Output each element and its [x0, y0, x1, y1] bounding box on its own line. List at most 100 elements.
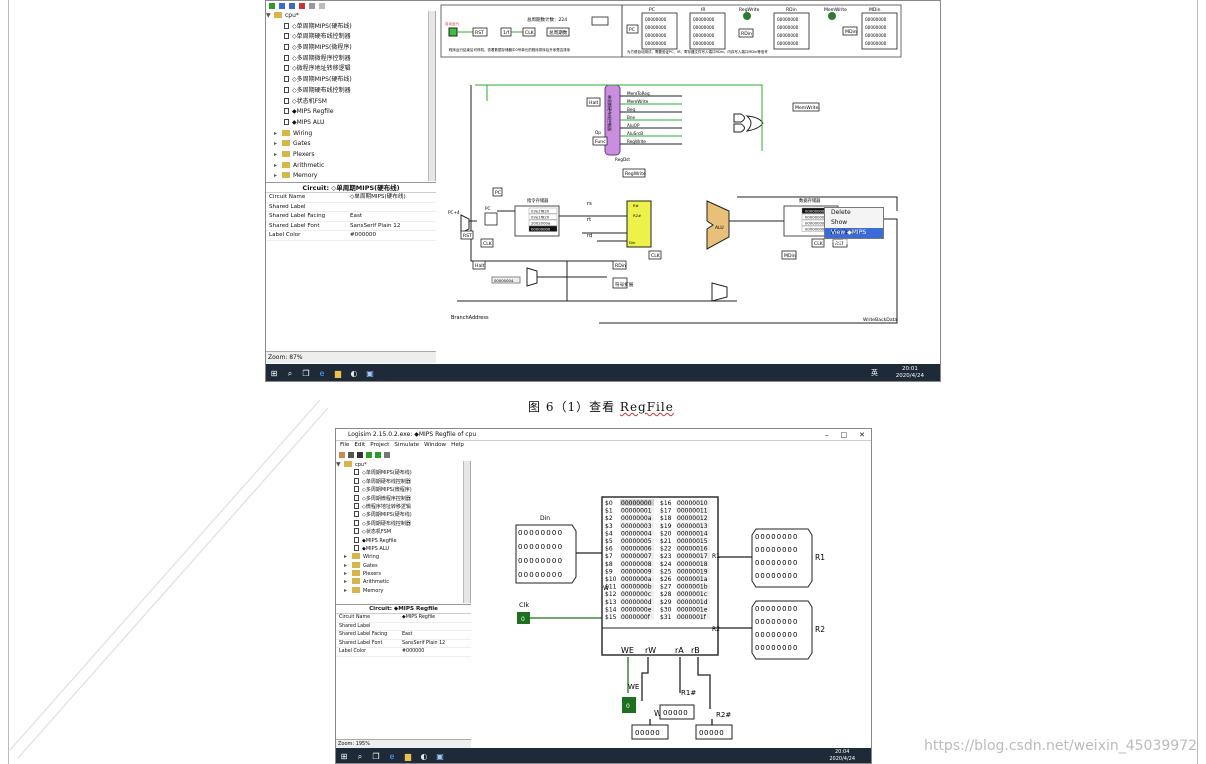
expand-icon[interactable]: ▸ [274, 139, 282, 150]
minimize-icon[interactable]: – [825, 429, 829, 441]
tree-circuit-1[interactable]: ◇单周期硬布线控制器 [336, 477, 470, 486]
expand-icon[interactable]: ▸ [274, 129, 282, 140]
tree-circuit-9[interactable]: ◆MIPS ALU [266, 118, 435, 129]
move-up-icon[interactable] [279, 3, 285, 9]
system-clock[interactable]: 20:01 2020/4/24 [896, 366, 924, 380]
tree-circuit-2[interactable]: ◇多周期MIPS(微程序) [266, 43, 435, 54]
context-menu-item-0[interactable]: Delete [825, 208, 883, 218]
output-pin-icon[interactable] [375, 451, 381, 458]
move-down-icon[interactable] [289, 3, 295, 9]
tree-root[interactable]: ▼ cpu* [336, 461, 470, 469]
attribute-value[interactable]: #000000 [402, 648, 471, 656]
menu-file[interactable]: File [340, 441, 349, 450]
edge-icon[interactable]: e [384, 748, 400, 763]
menu-window[interactable]: Window [424, 441, 446, 450]
expand-icon[interactable]: ▸ [344, 570, 352, 578]
layout-icon[interactable] [309, 3, 315, 9]
search-icon[interactable]: ⌕ [352, 748, 368, 763]
attribute-value[interactable]: SansSerif Plain 12 [402, 640, 471, 648]
attribute-row[interactable]: Shared Label Facing East [336, 631, 471, 640]
maximize-icon[interactable]: □ [841, 429, 848, 441]
ime-indicator[interactable]: 英 [871, 368, 878, 378]
attribute-value[interactable]: ◇单周期MIPS(硬布线) [350, 193, 436, 202]
menu-help[interactable]: Help [451, 441, 464, 450]
gate-icon[interactable] [384, 451, 390, 458]
context-menu-item-1[interactable]: Show Attributes [825, 218, 883, 236]
attribute-value[interactable]: East [350, 212, 436, 221]
delete-icon[interactable] [299, 3, 305, 9]
tree-library-memory[interactable]: ▸ Memory [336, 586, 470, 595]
menu-edit[interactable]: Edit [354, 441, 365, 450]
logisim-app-icon[interactable]: ◐ [346, 364, 362, 381]
attribute-row[interactable]: Shared Label [336, 623, 471, 632]
alu[interactable] [706, 200, 730, 250]
and-gate[interactable] [733, 123, 745, 133]
menu-simulate[interactable]: Simulate [394, 441, 419, 450]
app-icon[interactable]: ▣ [432, 748, 448, 763]
tree-circuit-3[interactable]: ◇多周期微程序控制器 [336, 494, 470, 503]
appearance-icon[interactable] [319, 3, 325, 9]
tree-library-plexers[interactable]: ▸ Plexers [266, 150, 435, 161]
attribute-row[interactable]: Circuit Name ◆MIPS Regfile [336, 614, 471, 623]
system-clock[interactable]: 20:04 2020/4/24 [829, 749, 855, 762]
tree-circuit-0[interactable]: ◇单周期MIPS(硬布线) [336, 469, 470, 477]
attribute-row[interactable]: Circuit Name ◇单周期MIPS(硬布线) [266, 193, 436, 203]
attribute-row[interactable]: Shared Label Font SansSerif Plain 12 [266, 222, 436, 232]
tree-circuit-6[interactable]: ◇多周期硬布线控制器 [266, 86, 435, 97]
logisim-app-icon[interactable]: ◐ [416, 748, 432, 763]
tree-root[interactable]: ▼ cpu* [266, 11, 435, 22]
tree-scrollbar[interactable] [428, 11, 435, 181]
attribute-value[interactable]: East [402, 631, 471, 639]
pc-register[interactable] [484, 212, 498, 226]
attribute-row[interactable]: Shared Label Facing East [266, 212, 436, 222]
text-tool-icon[interactable] [357, 451, 363, 458]
attribute-value[interactable]: #000000 [350, 231, 436, 240]
circuit-canvas[interactable]: 自动运行 RST 1/f CLK 总周期数计数：224 总周期数 程序运行结束后可停机，查看… [437, 1, 940, 364]
and-gate[interactable] [733, 113, 745, 123]
edit-tool-icon[interactable] [348, 451, 354, 458]
input-pin-icon[interactable] [366, 451, 372, 458]
expand-icon[interactable]: ▸ [344, 553, 352, 561]
tree-circuit-1[interactable]: ◇单周期硬布线控制器 [266, 32, 435, 43]
tree-circuit-5[interactable]: ◇多周期MIPS(硬布线) [266, 75, 435, 86]
menu-project[interactable]: Project [370, 441, 389, 450]
tree-circuit-8[interactable]: ◆MIPS Regfile [266, 107, 435, 118]
app-icon[interactable]: ▣ [362, 364, 378, 381]
attribute-value[interactable]: SansSerif Plain 12 [350, 222, 436, 231]
attribute-row[interactable]: Label Color #000000 [266, 231, 436, 241]
context-menu-item-2[interactable]: View ◆MIPS Regfile [825, 228, 883, 246]
tree-circuit-2[interactable]: ◇多周期MIPS(微程序) [336, 486, 470, 494]
cycle-counter[interactable] [591, 16, 609, 26]
tree-library-gates[interactable]: ▸ Gates [336, 561, 470, 570]
tree-circuit-4[interactable]: ◇微程序地址转移逻辑 [266, 64, 435, 75]
branch-adder[interactable] [711, 282, 728, 302]
tree-library-wiring[interactable]: ▸ Wiring [336, 553, 470, 561]
task-view-icon[interactable]: ❐ [368, 748, 384, 763]
tree-library-arithmetic[interactable]: ▸ Arithmetic [266, 161, 435, 172]
expand-icon[interactable]: ▸ [274, 171, 282, 181]
pc-adder[interactable] [526, 267, 538, 287]
tree-library-arithmetic[interactable]: ▸ Arithmetic [336, 578, 470, 586]
tree-circuit-4[interactable]: ◇微程序地址转移逻辑 [336, 502, 470, 511]
attribute-value[interactable] [350, 203, 436, 212]
expand-icon[interactable]: ▸ [274, 161, 282, 172]
attribute-value[interactable]: ◆MIPS Regfile [402, 614, 471, 622]
tree-circuit-7[interactable]: ◇状态机FSM [266, 97, 435, 108]
tree-circuit-0[interactable]: ◇单周期MIPS(硬布线) [266, 22, 435, 33]
tree-circuit-7[interactable]: ◇状态机FSM [336, 528, 470, 536]
attribute-row[interactable]: Label Color #000000 [336, 648, 471, 657]
run-pin[interactable] [448, 27, 458, 37]
expand-icon[interactable]: ▸ [344, 578, 352, 586]
tree-library-memory[interactable]: ▸ Memory [266, 171, 435, 181]
attribute-value[interactable] [402, 623, 471, 631]
tree-circuit-3[interactable]: ◇多周期微程序控制器 [266, 54, 435, 65]
circuit-canvas[interactable]: Din 00000000 00000000 00000000 00000000 Clk 0 $… [472, 461, 871, 748]
or-gate[interactable] [745, 115, 764, 132]
expand-icon[interactable]: ▸ [344, 562, 352, 570]
attribute-row[interactable]: Shared Label Font SansSerif Plain 12 [336, 640, 471, 649]
tree-circuit-5[interactable]: ◇多周期MIPS(硬布线) [336, 511, 470, 519]
zoom-indicator[interactable]: Zoom: 195% [336, 739, 471, 748]
pc-mux[interactable] [460, 214, 470, 234]
tree-scrollbar[interactable] [463, 461, 470, 603]
tree-library-plexers[interactable]: ▸ Plexers [336, 570, 470, 578]
